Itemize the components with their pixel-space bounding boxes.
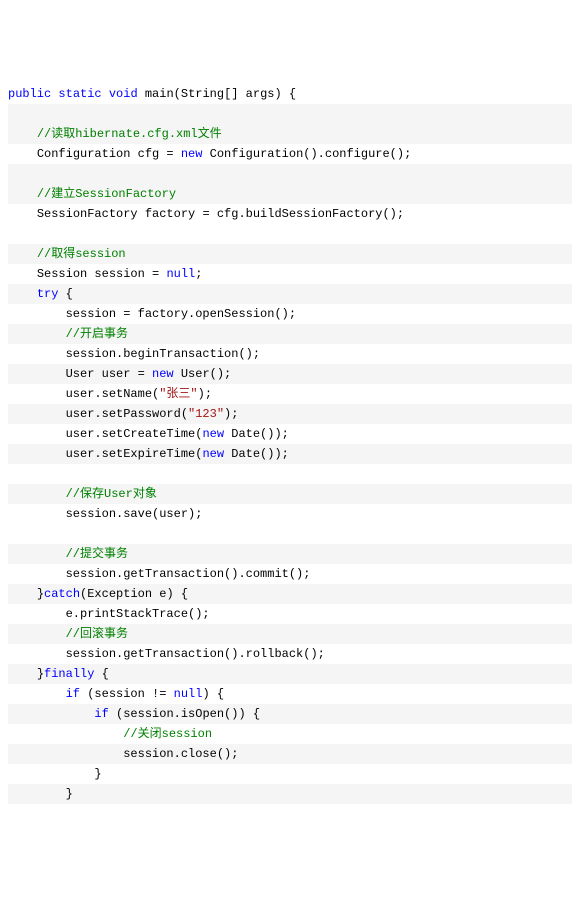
code-line: }finally { bbox=[8, 664, 572, 684]
code-line: user.setCreateTime(new Date()); bbox=[8, 424, 572, 444]
code-line bbox=[8, 464, 572, 484]
code-line bbox=[8, 104, 572, 124]
code-line: session.save(user); bbox=[8, 504, 572, 524]
code-line: SessionFactory factory = cfg.buildSessio… bbox=[8, 204, 572, 224]
keyword: if bbox=[66, 687, 80, 701]
code-line: Session session = null; bbox=[8, 264, 572, 284]
code-line: user.setName("张三"); bbox=[8, 384, 572, 404]
keyword: if bbox=[94, 707, 108, 721]
code-line: } bbox=[8, 764, 572, 784]
comment: //读取hibernate.cfg.xml文件 bbox=[37, 127, 222, 141]
code-line: //读取hibernate.cfg.xml文件 bbox=[8, 124, 572, 144]
code-line: }catch(Exception e) { bbox=[8, 584, 572, 604]
comment: //取得session bbox=[37, 247, 126, 261]
comment: //提交事务 bbox=[66, 547, 128, 561]
code-line: //开启事务 bbox=[8, 324, 572, 344]
string: "张三" bbox=[159, 387, 197, 401]
keyword: static bbox=[58, 87, 101, 101]
code-line: //建立SessionFactory bbox=[8, 184, 572, 204]
code-line bbox=[8, 164, 572, 184]
code-line: if (session != null) { bbox=[8, 684, 572, 704]
code-block: public static void main(String[] args) {… bbox=[8, 84, 572, 804]
code-line bbox=[8, 224, 572, 244]
keyword: catch bbox=[44, 587, 80, 601]
code-line: } bbox=[8, 784, 572, 804]
code-line: //关闭session bbox=[8, 724, 572, 744]
code-line: user.setExpireTime(new Date()); bbox=[8, 444, 572, 464]
comment: //保存User对象 bbox=[66, 487, 157, 501]
code-line: session.close(); bbox=[8, 744, 572, 764]
code-line: //保存User对象 bbox=[8, 484, 572, 504]
code-line: if (session.isOpen()) { bbox=[8, 704, 572, 724]
code-line: session.getTransaction().rollback(); bbox=[8, 644, 572, 664]
code-line: e.printStackTrace(); bbox=[8, 604, 572, 624]
code-line: try { bbox=[8, 284, 572, 304]
code-line bbox=[8, 524, 572, 544]
keyword: new bbox=[152, 367, 174, 381]
code-line: User user = new User(); bbox=[8, 364, 572, 384]
string: "123" bbox=[188, 407, 224, 421]
comment: //关闭session bbox=[123, 727, 212, 741]
code-line: session = factory.openSession(); bbox=[8, 304, 572, 324]
code-line: Configuration cfg = new Configuration().… bbox=[8, 144, 572, 164]
comment: //回滚事务 bbox=[66, 627, 128, 641]
keyword: try bbox=[37, 287, 59, 301]
keyword: new bbox=[181, 147, 203, 161]
code-line: session.beginTransaction(); bbox=[8, 344, 572, 364]
keyword: void bbox=[109, 87, 138, 101]
comment: //开启事务 bbox=[66, 327, 128, 341]
keyword: new bbox=[202, 427, 224, 441]
keyword: finally bbox=[44, 667, 94, 681]
code-line: //回滚事务 bbox=[8, 624, 572, 644]
code-line: //提交事务 bbox=[8, 544, 572, 564]
code-line: session.getTransaction().commit(); bbox=[8, 564, 572, 584]
code-line: //取得session bbox=[8, 244, 572, 264]
code-line: public static void main(String[] args) { bbox=[8, 84, 572, 104]
keyword: null bbox=[166, 267, 195, 281]
comment: //建立SessionFactory bbox=[37, 187, 176, 201]
keyword: public bbox=[8, 87, 51, 101]
keyword: null bbox=[174, 687, 203, 701]
keyword: new bbox=[202, 447, 224, 461]
code-line: user.setPassword("123"); bbox=[8, 404, 572, 424]
